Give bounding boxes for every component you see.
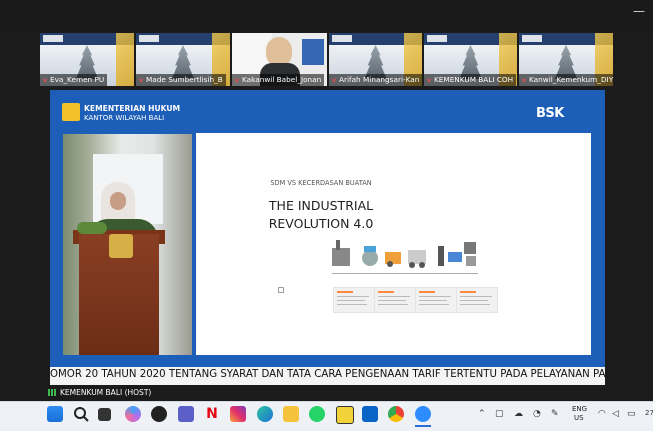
poster-image	[302, 39, 324, 65]
ticker-text: OMOR 20 TAHUN 2020 TENTANG SYARAT DAN TA…	[50, 369, 605, 380]
clock[interactable]: 27	[645, 409, 653, 417]
task-view-icon[interactable]	[98, 408, 111, 421]
pen-icon[interactable]: ✎	[551, 409, 559, 419]
signal-icon	[48, 389, 57, 396]
mic-muted-icon: ✕	[42, 77, 48, 85]
host-name: KEMENKUM BALI (HOST)	[60, 388, 152, 397]
chatgpt-icon[interactable]	[151, 406, 167, 422]
slide-subtitle: SDM VS KECERDASAN BUATAN	[270, 179, 372, 187]
app-icon[interactable]	[336, 406, 354, 424]
timeline-line	[332, 273, 478, 274]
headset-icon[interactable]: ◔	[533, 409, 541, 419]
chevron-up-icon[interactable]: ⌃	[478, 409, 486, 419]
cloud-off-icon[interactable]: ☁	[514, 409, 523, 419]
copilot-icon[interactable]	[125, 406, 141, 422]
slide-title-line2: REVOLUTION 4.0	[268, 216, 374, 231]
podium-emblem	[109, 234, 133, 258]
participant-tile[interactable]: ✕ Kanwil_Kemenkum_DIY	[519, 33, 613, 86]
ministry-logo	[62, 103, 80, 121]
stage-card	[415, 287, 457, 313]
host-label: KEMENKUM BALI (HOST)	[48, 388, 151, 397]
participant-name: KEMENKUM BALI COH	[434, 75, 514, 84]
netflix-icon[interactable]: N	[204, 406, 220, 422]
keyboard-layout: US	[574, 414, 584, 422]
teams-icon[interactable]	[178, 406, 194, 422]
zoom-icon[interactable]	[415, 406, 431, 422]
mic-muted-icon: ✕	[234, 77, 240, 85]
org-name: KEMENTERIAN HUKUM	[84, 104, 181, 113]
participant-name: Kanwil_Kemenkum_DIY	[529, 75, 613, 84]
chrome-icon[interactable]	[388, 406, 404, 422]
battery-icon[interactable]: ▭	[627, 409, 636, 419]
stage-card	[456, 287, 498, 313]
participant-name: Arifah Minangsari-Kan	[339, 75, 420, 84]
participant-tile-active[interactable]: ✕ Kakanwil Babel_Jonan	[232, 33, 327, 86]
minimize-button[interactable]: —	[633, 4, 645, 18]
mouse-cursor-icon	[278, 287, 284, 293]
whatsapp-icon[interactable]	[309, 406, 325, 422]
active-app-indicator	[415, 425, 431, 427]
file-explorer-icon[interactable]	[283, 406, 299, 422]
participant-name: Made Sumbertlisih_B	[146, 75, 223, 84]
news-ticker: OMOR 20 TAHUN 2020 TENTANG SYARAT DAN TA…	[50, 367, 605, 385]
app-tray-icon[interactable]: ▢	[495, 409, 504, 419]
volume-icon[interactable]: ◁	[612, 409, 619, 419]
org-office: KANTOR WILAYAH BALI	[84, 114, 165, 122]
outlook-icon[interactable]	[362, 406, 378, 422]
industry-illustration	[332, 240, 476, 268]
instagram-icon[interactable]	[230, 406, 246, 422]
search-icon[interactable]	[73, 406, 89, 422]
participant-tile[interactable]: ✕ KEMENKUM BALI COH	[424, 33, 517, 86]
participant-name: Eva_Kemen PU	[50, 75, 105, 84]
participant-tile[interactable]: ✕ Made Sumbertlisih_B	[136, 33, 230, 86]
top-bar	[0, 0, 653, 30]
participant-name: Kakanwil Babel_Jonan	[242, 75, 322, 84]
speaker-video	[63, 134, 192, 355]
brand-logo: BSK	[536, 106, 564, 121]
mic-muted-icon: ✕	[331, 77, 337, 85]
mic-muted-icon: ✕	[521, 77, 527, 85]
stage-card	[333, 287, 375, 313]
stage-card	[374, 287, 416, 313]
participant-tile[interactable]: ✕ Eva_Kemen PU	[40, 33, 134, 86]
participant-tile[interactable]: ✕ Arifah Minangsari-Kan	[329, 33, 422, 86]
mic-muted-icon: ✕	[426, 77, 432, 85]
windows-start-icon[interactable]	[47, 406, 63, 422]
language-indicator[interactable]: ENG	[572, 405, 587, 413]
mic-muted-icon: ✕	[138, 77, 144, 85]
slide-title: THE INDUSTRIAL	[268, 198, 374, 213]
wifi-icon[interactable]: ◠	[598, 409, 606, 419]
edge-icon[interactable]	[257, 406, 273, 422]
